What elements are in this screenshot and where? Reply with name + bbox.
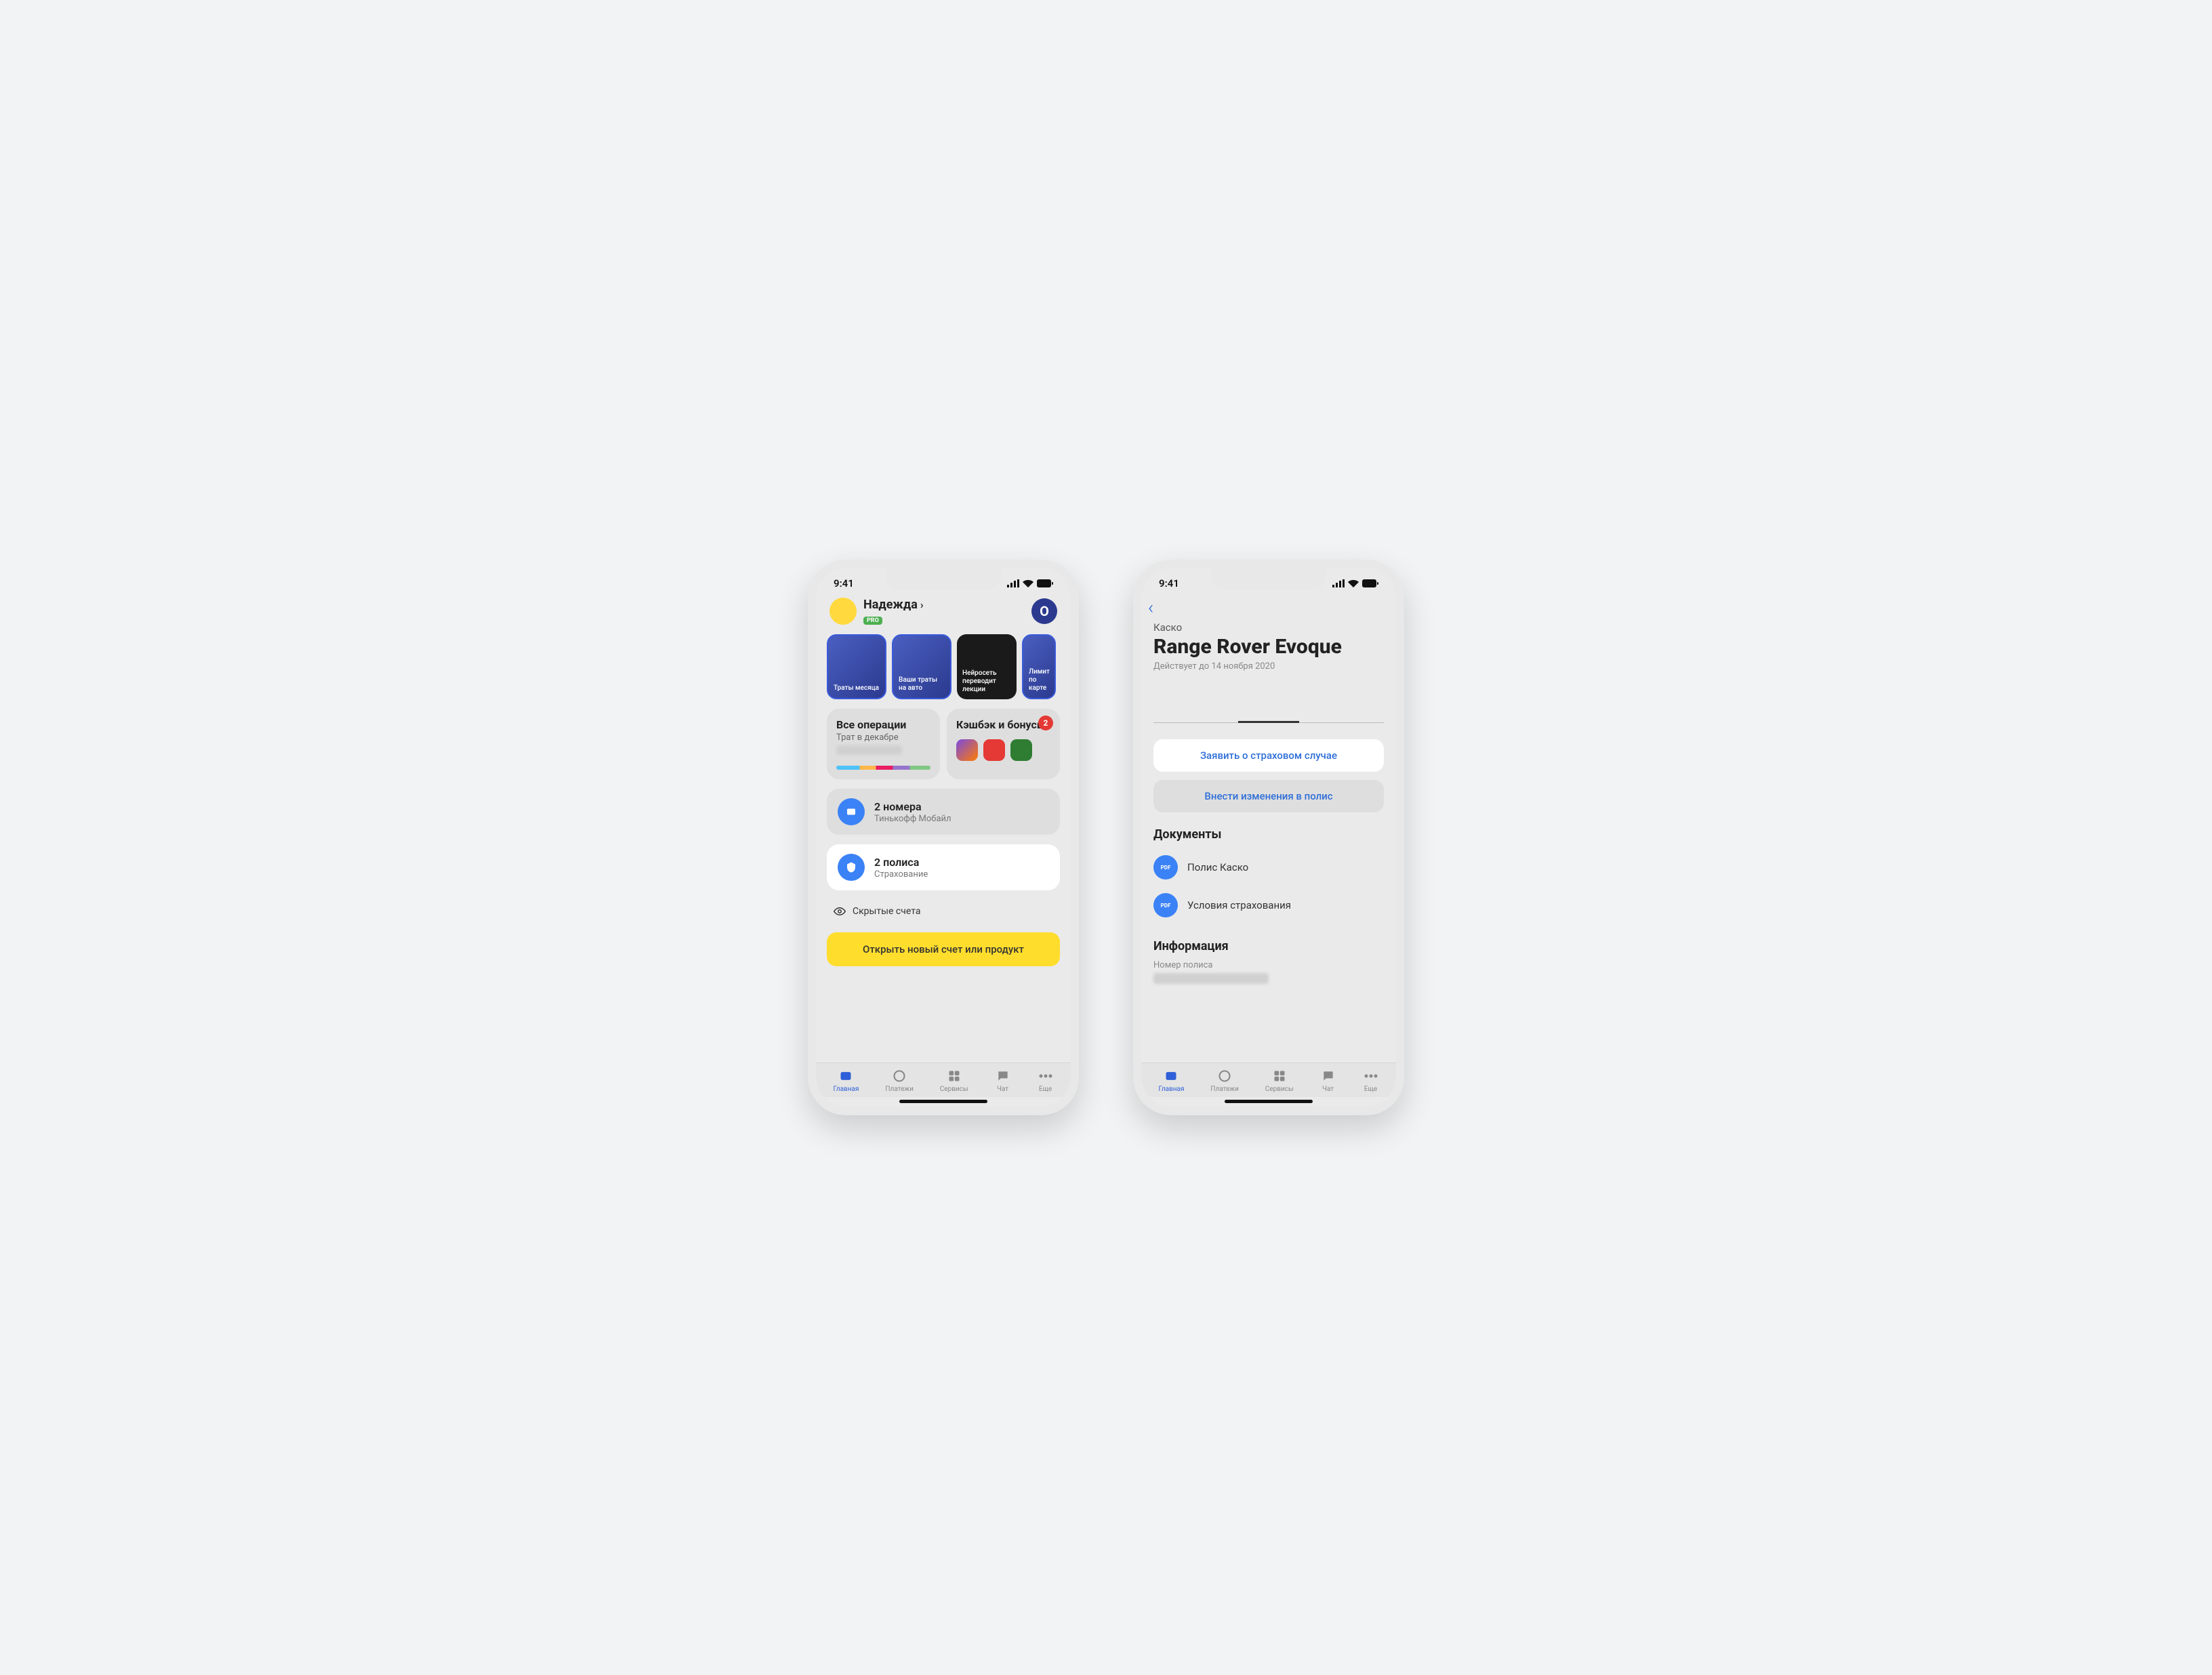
wifi-icon	[1023, 579, 1033, 587]
payments-icon	[891, 1069, 907, 1083]
tab-services[interactable]: Сервисы	[940, 1069, 968, 1093]
tab-bar: Главная Платежи Сервисы Чат	[1141, 1062, 1396, 1097]
stories-row: Траты месяца Ваши траты на авто Нейросет…	[827, 634, 1060, 699]
cashback-icon-1	[956, 739, 978, 761]
policy-image-carousel[interactable]	[1153, 699, 1384, 723]
device-notch	[1211, 568, 1326, 590]
showcase: 9:41 Надежда › PRO O	[767, 526, 1445, 1149]
document-policy-kasko[interactable]: PDF Полис Каско	[1153, 848, 1384, 886]
insurance-title: 2 полиса	[874, 856, 1049, 869]
spending-bar	[836, 766, 930, 770]
tab-bar: Главная Платежи Сервисы Чат	[816, 1062, 1071, 1097]
story-spending-month[interactable]: Траты месяца	[827, 634, 886, 699]
documents-section-title: Документы	[1153, 827, 1384, 842]
policy-number-label: Номер полиса	[1153, 960, 1384, 970]
policy-validity: Действует до 14 ноября 2020	[1153, 661, 1384, 671]
pro-badge: PRO	[863, 617, 882, 625]
avatar	[830, 598, 857, 625]
tab-services[interactable]: Сервисы	[1265, 1069, 1294, 1093]
chevron-left-icon: ‹	[1148, 596, 1153, 619]
report-claim-button[interactable]: Заявить о страховом случае	[1153, 739, 1384, 772]
home-indicator[interactable]	[1225, 1100, 1313, 1103]
open-product-button[interactable]: Открыть новый счет или продукт	[827, 932, 1060, 966]
phone-mockup-home: 9:41 Надежда › PRO O	[808, 560, 1079, 1115]
tab-more[interactable]: Еще	[1038, 1069, 1054, 1093]
cellular-icon	[1007, 579, 1019, 587]
tab-payments[interactable]: Платежи	[885, 1069, 913, 1093]
hidden-accounts-button[interactable]: Скрытые счета	[827, 900, 1060, 923]
operations-amount-blurred	[836, 745, 902, 755]
status-icons	[1332, 579, 1378, 587]
cashback-icons	[956, 739, 1050, 761]
insurance-sub: Страхование	[874, 869, 1049, 880]
status-time: 9:41	[834, 577, 854, 590]
bank-logo-button[interactable]: O	[1031, 598, 1057, 624]
story-card-limit[interactable]: Лимит по карте	[1022, 634, 1056, 699]
payments-icon	[1216, 1069, 1233, 1083]
pdf-icon: PDF	[1153, 893, 1178, 917]
tab-home[interactable]: Главная	[833, 1069, 859, 1093]
more-icon	[1038, 1069, 1054, 1083]
chat-icon	[995, 1069, 1011, 1083]
back-button[interactable]: ‹	[1141, 591, 1396, 619]
services-icon	[1271, 1069, 1288, 1083]
home-icon	[838, 1069, 854, 1083]
services-icon	[946, 1069, 962, 1083]
pdf-icon: PDF	[1153, 855, 1178, 880]
policy-number-blurred	[1153, 973, 1269, 984]
document-insurance-terms[interactable]: PDF Условия страхования	[1153, 886, 1384, 924]
edit-policy-button[interactable]: Внести изменения в полис	[1153, 780, 1384, 812]
insurance-card[interactable]: 2 полиса Страхование	[827, 844, 1060, 890]
battery-icon	[1037, 579, 1053, 587]
chevron-right-icon: ›	[920, 598, 924, 611]
status-time: 9:41	[1159, 577, 1179, 590]
tab-more[interactable]: Еще	[1363, 1069, 1379, 1093]
cashback-icon-3	[1010, 739, 1032, 761]
battery-icon	[1362, 579, 1378, 587]
mobile-card[interactable]: 2 номера Тинькофф Мобайл	[827, 789, 1060, 835]
device-notch	[886, 568, 1001, 590]
information-section-title: Информация	[1153, 939, 1384, 953]
hidden-label: Скрытые счета	[853, 906, 920, 917]
wifi-icon	[1348, 579, 1359, 587]
mobile-title: 2 номера	[874, 800, 1049, 813]
phone-mockup-insurance-detail: 9:41 ‹ Каско Range Rover Evoque Действуе…	[1133, 560, 1404, 1115]
cashback-badge: 2	[1038, 716, 1053, 730]
policy-title: Range Rover Evoque	[1153, 635, 1384, 659]
story-auto-spending[interactable]: Ваши траты на авто	[892, 634, 951, 699]
more-icon	[1363, 1069, 1379, 1083]
cellular-icon	[1332, 579, 1345, 587]
mobile-sub: Тинькофф Мобайл	[874, 814, 1049, 824]
tab-chat[interactable]: Чат	[995, 1069, 1011, 1093]
tab-payments[interactable]: Платежи	[1210, 1069, 1238, 1093]
cashback-icon-2	[983, 739, 1005, 761]
operations-title: Все операции	[836, 718, 930, 731]
operations-sub: Трат в декабре	[836, 732, 930, 743]
status-icons	[1007, 579, 1053, 587]
story-neural-translate[interactable]: Нейросеть переводит лекции	[957, 634, 1017, 699]
tab-home[interactable]: Главная	[1158, 1069, 1184, 1093]
cashback-title: Кэшбэк и бонусы	[956, 718, 1050, 731]
profile-button[interactable]: Надежда › PRO	[830, 598, 924, 625]
cashback-card[interactable]: 2 Кэшбэк и бонусы	[947, 709, 1060, 779]
shield-icon	[838, 854, 865, 881]
policy-type-label: Каско	[1153, 621, 1384, 634]
home-icon	[1163, 1069, 1179, 1083]
sim-icon	[838, 798, 865, 825]
operations-card[interactable]: Все операции Трат в декабре	[827, 709, 940, 779]
eye-icon	[834, 905, 846, 917]
tab-chat[interactable]: Чат	[1320, 1069, 1336, 1093]
user-name: Надежда	[863, 598, 918, 612]
chat-icon	[1320, 1069, 1336, 1083]
home-indicator[interactable]	[899, 1100, 987, 1103]
